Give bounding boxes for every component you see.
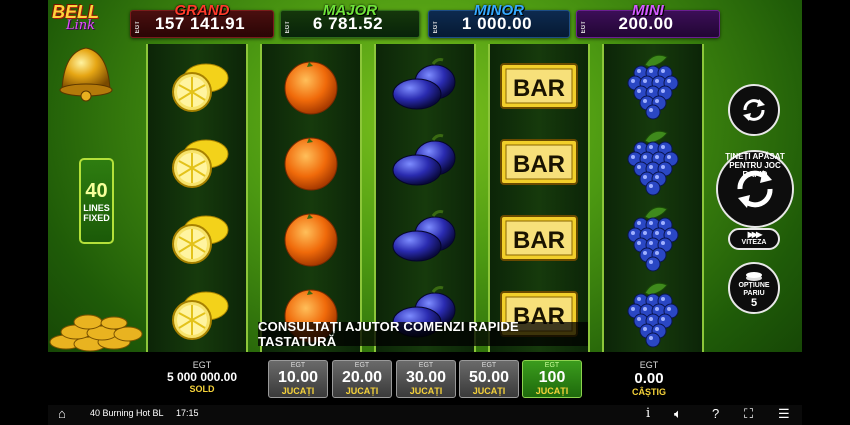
reel-5 (602, 44, 704, 352)
reel-2 (260, 44, 362, 352)
lines-count: 40 (85, 180, 108, 202)
svg-text:BAR: BAR (513, 227, 565, 254)
svg-text:BAR: BAR (513, 75, 565, 102)
spin-hold-hint: ȚINEȚI APĂSAT PENTRU JOC RAPID (725, 152, 785, 179)
bet-label: JUCAȚI (409, 386, 443, 396)
bet-label: JUCAȚI (472, 386, 506, 396)
jackpot-grand: GRAND EGT 157 141.91 (130, 2, 274, 38)
bet-label: JUCAȚI (535, 386, 569, 396)
options-label: OPȚIUNE (738, 281, 770, 289)
speed-label: VITEZA (741, 239, 767, 246)
bet-amount: 30.00 (405, 369, 447, 386)
lines-fixed-label: FIXED (83, 213, 110, 223)
balance-tag: EGT (192, 360, 212, 370)
grapes-symbol-icon (604, 276, 702, 352)
bar-symbol-icon: BAR (490, 48, 588, 124)
reel-4: BAR BAR BAR BAR (488, 44, 590, 352)
bet-button-5[interactable]: EGT 100 JUCAȚI (522, 360, 582, 398)
jackpot-major: MAJOR EGT 6 781.52 (280, 2, 420, 38)
plum-symbol-icon (376, 124, 474, 200)
lines-fixed-indicator: 40 LINES FIXED (79, 158, 114, 244)
grapes-symbol-icon (604, 48, 702, 124)
home-icon[interactable]: ⌂ (58, 406, 66, 421)
lines-label: LINES (83, 203, 110, 213)
info-icon[interactable]: i (646, 406, 650, 421)
orange-symbol-icon (262, 124, 360, 200)
jackpot-minor-label: MINOR (474, 2, 524, 19)
bet-button-1[interactable]: EGT 10.00 JUCAȚI (268, 360, 328, 398)
plum-symbol-icon (376, 48, 474, 124)
reel-3 (374, 44, 476, 352)
volume-icon[interactable]: 🔈︎ (674, 406, 682, 422)
bet-amount: 100 (538, 369, 566, 386)
bet-amount: 50.00 (468, 369, 510, 386)
fullscreen-icon[interactable]: ⛶ (744, 406, 753, 422)
win-label: CÂȘTIG (631, 387, 666, 397)
lemon-symbol-icon (148, 200, 246, 276)
bar-symbol-icon: BAR (490, 200, 588, 276)
win-display: EGT 0.00 CÂȘTIG (606, 360, 692, 397)
menu-icon[interactable]: ☰ (778, 406, 790, 422)
balance-value: 5 000 000.00 (166, 370, 238, 384)
jackpot-major-tag: EGT (285, 20, 291, 33)
lemon-symbol-icon (148, 276, 246, 352)
gold-coins-icon (49, 314, 143, 352)
keyboard-shortcuts-hint[interactable]: CONSULTAȚI AJUTOR COMENZI RAPIDE TASTATU… (258, 319, 588, 349)
logo-line2: Link (66, 18, 96, 33)
svg-text:BAR: BAR (513, 151, 565, 178)
bet-amount: 20.00 (341, 369, 383, 386)
jackpot-grand-tag: EGT (135, 20, 141, 33)
bell-link-logo: BELL Link (50, 2, 102, 38)
bet-options-button[interactable]: OPȚIUNE PARIU 5 (728, 262, 780, 314)
balance-display: EGT 5 000 000.00 SOLD (158, 360, 246, 394)
game-name: 40 Burning Hot BL (90, 408, 164, 418)
bet-amount: 10.00 (277, 369, 319, 386)
win-value: 0.00 (634, 370, 664, 387)
bet-label: JUCAȚI (345, 386, 379, 396)
jackpot-mini: MINI EGT 200.00 (576, 2, 720, 38)
jackpot-mini-tag: EGT (581, 20, 587, 33)
jackpot-grand-label: GRAND (174, 2, 230, 19)
help-icon[interactable]: ? (712, 406, 719, 421)
jackpot-minor-tag: EGT (433, 20, 439, 33)
plum-symbol-icon (376, 200, 474, 276)
bet-button-2[interactable]: EGT 20.00 JUCAȚI (332, 360, 392, 398)
autoplay-icon (743, 99, 765, 121)
lemon-symbol-icon (148, 124, 246, 200)
jackpot-minor: MINOR EGT 1 000.00 (428, 2, 570, 38)
grapes-symbol-icon (604, 124, 702, 200)
win-tag: EGT (639, 360, 659, 370)
grapes-symbol-icon (604, 200, 702, 276)
jackpot-major-label: MAJOR (322, 2, 378, 19)
coins-stack-icon (746, 271, 762, 281)
balance-label: SOLD (189, 384, 215, 394)
reel-1 (146, 44, 248, 352)
bet-button-4[interactable]: EGT 50.00 JUCAȚI (459, 360, 519, 398)
orange-symbol-icon (262, 200, 360, 276)
status-bar: ⌂ 40 Burning Hot BL 17:15 i 🔈︎ ? ⛶ ☰ (48, 405, 802, 425)
fast-forward-icon: ▶▶▶ (747, 230, 762, 239)
orange-symbol-icon (262, 48, 360, 124)
jackpot-mini-label: MINI (632, 2, 664, 19)
golden-bell-icon (59, 47, 113, 102)
autoplay-button[interactable] (728, 84, 780, 136)
lemon-symbol-icon (148, 48, 246, 124)
bar-symbol-icon: BAR (490, 124, 588, 200)
speed-button[interactable]: ▶▶▶ VITEZA (728, 228, 780, 250)
options-value: 5 (750, 296, 758, 309)
bet-label: JUCAȚI (281, 386, 315, 396)
clock: 17:15 (176, 408, 199, 418)
bet-button-3[interactable]: EGT 30.00 JUCAȚI (396, 360, 456, 398)
game-stage: BELL Link GRAND EGT 157 141.91 MAJOR EGT… (48, 0, 802, 405)
